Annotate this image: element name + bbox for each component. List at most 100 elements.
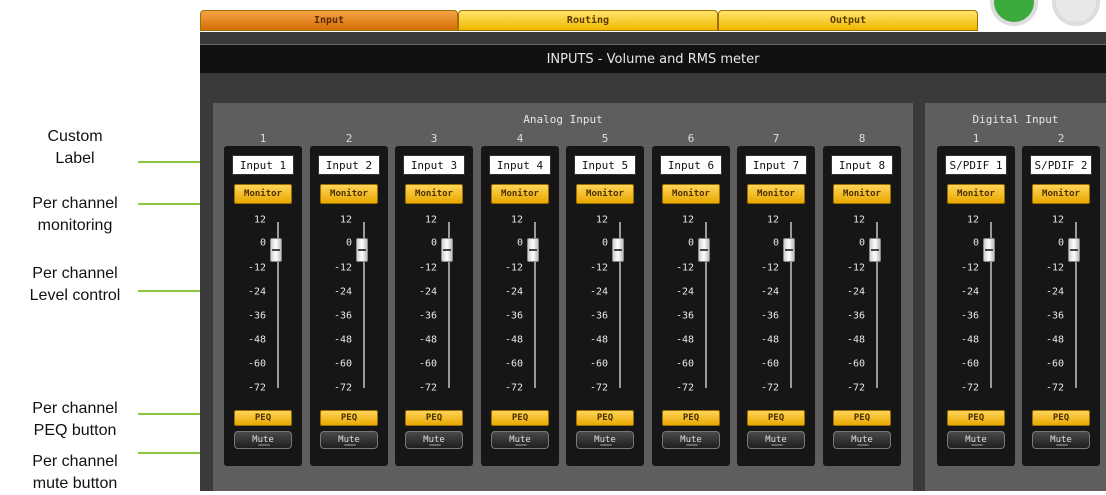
- scale-tick-label: 0: [972, 237, 979, 249]
- scale-tick-label: -24: [846, 286, 865, 298]
- level-scale: 12 0 -12 -24 -36 -48 -60 -72: [743, 215, 779, 394]
- mute-button[interactable]: Mute: [1032, 431, 1090, 449]
- level-slider-handle[interactable]: [270, 238, 282, 262]
- scale-tick-label: -12: [760, 262, 779, 274]
- power-icon[interactable]: [1052, 0, 1100, 26]
- monitor-button[interactable]: Monitor: [833, 184, 891, 204]
- scale-tick-label: -24: [589, 286, 608, 298]
- peq-button[interactable]: PEQ: [1032, 410, 1090, 426]
- peq-button[interactable]: PEQ: [747, 410, 805, 426]
- dsp-control-app: Input Routing Output INPUTS - Volume and…: [200, 0, 1106, 491]
- channel-number: 5: [601, 132, 609, 145]
- scale-tick-label: -24: [247, 286, 266, 298]
- mute-button[interactable]: Mute: [491, 431, 549, 449]
- mute-button[interactable]: Mute: [947, 431, 1005, 449]
- tab-label: Output: [829, 15, 867, 26]
- channel-label-input[interactable]: Input 4: [489, 155, 551, 175]
- peq-button[interactable]: PEQ: [576, 410, 634, 426]
- scale-tick-label: -36: [760, 310, 779, 322]
- level-slider-handle[interactable]: [1068, 238, 1080, 262]
- channel-strip: 6 Input 6 Monitor 12 0 -12 -24 -36 -48 -60 -72 PEQ M…: [652, 132, 730, 466]
- scale-tick-label: 12: [852, 214, 865, 226]
- channel-label-input[interactable]: Input 1: [232, 155, 294, 175]
- mute-button[interactable]: Mute: [576, 431, 634, 449]
- peq-button[interactable]: PEQ: [320, 410, 378, 426]
- scale-tick-label: 0: [687, 237, 694, 249]
- channel-label-input[interactable]: Input 5: [574, 155, 636, 175]
- status-light-icon[interactable]: [990, 0, 1038, 26]
- mute-button[interactable]: Mute: [747, 431, 805, 449]
- tab-label: Routing: [566, 15, 610, 26]
- scale-tick-label: -48: [846, 334, 865, 346]
- level-scale: 12 0 -12 -24 -36 -48 -60 -72: [401, 215, 437, 394]
- callout-level-control: Per channel Level control: [0, 263, 150, 307]
- scale-tick-label: -72: [760, 382, 779, 394]
- monitor-button[interactable]: Monitor: [320, 184, 378, 204]
- level-slider-handle[interactable]: [698, 238, 710, 262]
- channel-label-input[interactable]: Input 2: [318, 155, 380, 175]
- peq-button[interactable]: PEQ: [662, 410, 720, 426]
- monitor-button[interactable]: Monitor: [662, 184, 720, 204]
- channel-number: 8: [858, 132, 866, 145]
- monitor-button[interactable]: Monitor: [1032, 184, 1090, 204]
- scale-tick-label: -48: [960, 334, 979, 346]
- mute-button[interactable]: Mute: [833, 431, 891, 449]
- scale-tick-label: -36: [418, 310, 437, 322]
- monitor-button[interactable]: Monitor: [747, 184, 805, 204]
- level-slider-handle[interactable]: [356, 238, 368, 262]
- callout-text: Per channel: [32, 265, 118, 282]
- level-scale: 12 0 -12 -24 -36 -48 -60 -72: [487, 215, 523, 394]
- monitor-button[interactable]: Monitor: [234, 184, 292, 204]
- scale-tick-label: -72: [589, 382, 608, 394]
- level-slider-handle[interactable]: [527, 238, 539, 262]
- callout-text: Per channel: [32, 453, 118, 470]
- level-slider-handle[interactable]: [612, 238, 624, 262]
- peq-button[interactable]: PEQ: [405, 410, 463, 426]
- mute-led-icon: [429, 444, 441, 446]
- scale-tick-label: -48: [589, 334, 608, 346]
- channel-label-input[interactable]: S/PDIF 2: [1030, 155, 1092, 175]
- level-scale: 12 0 -12 -24 -36 -48 -60 -72: [316, 215, 352, 394]
- level-slider-handle[interactable]: [783, 238, 795, 262]
- channel-label-input[interactable]: S/PDIF 1: [945, 155, 1007, 175]
- channel-label-input[interactable]: Input 7: [745, 155, 807, 175]
- mute-button[interactable]: Mute: [320, 431, 378, 449]
- level-slider-handle[interactable]: [983, 238, 995, 262]
- peq-button[interactable]: PEQ: [234, 410, 292, 426]
- channel-strip: 2 Input 2 Monitor 12 0 -12 -24 -36 -48 -60 -72 PEQ M…: [310, 132, 388, 466]
- scale-tick-label: -60: [675, 358, 694, 370]
- mute-button[interactable]: Mute: [405, 431, 463, 449]
- scale-tick-label: -36: [333, 310, 352, 322]
- channel-number: 2: [345, 132, 353, 145]
- scale-tick-label: -36: [589, 310, 608, 322]
- scale-tick-label: -60: [418, 358, 437, 370]
- monitor-button[interactable]: Monitor: [576, 184, 634, 204]
- channel-label-input[interactable]: Input 3: [403, 155, 465, 175]
- channel-strip: 5 Input 5 Monitor 12 0 -12 -24 -36 -48 -60 -72 PEQ M…: [566, 132, 644, 466]
- mute-led-icon: [600, 444, 612, 446]
- monitor-button[interactable]: Monitor: [405, 184, 463, 204]
- level-slider-handle[interactable]: [441, 238, 453, 262]
- scale-tick-label: -36: [846, 310, 865, 322]
- peq-button[interactable]: PEQ: [947, 410, 1005, 426]
- peq-button[interactable]: PEQ: [491, 410, 549, 426]
- mute-button[interactable]: Mute: [662, 431, 720, 449]
- scale-tick-label: -72: [1045, 382, 1064, 394]
- mute-led-icon: [1056, 444, 1068, 446]
- tab-routing[interactable]: Routing: [458, 10, 718, 31]
- scale-tick-label: -72: [504, 382, 523, 394]
- scale-tick-label: 0: [1057, 237, 1064, 249]
- channel-label-input[interactable]: Input 6: [660, 155, 722, 175]
- monitor-button[interactable]: Monitor: [947, 184, 1005, 204]
- tab-input[interactable]: Input: [200, 10, 458, 31]
- scale-tick-label: -48: [333, 334, 352, 346]
- monitor-button[interactable]: Monitor: [491, 184, 549, 204]
- channel-label-input[interactable]: Input 8: [831, 155, 893, 175]
- scale-tick-label: -12: [333, 262, 352, 274]
- scale-tick-label: -12: [960, 262, 979, 274]
- mute-button[interactable]: Mute: [234, 431, 292, 449]
- tab-output[interactable]: Output: [718, 10, 978, 31]
- callout-monitoring: Per channel monitoring: [0, 193, 150, 237]
- level-slider-handle[interactable]: [869, 238, 881, 262]
- peq-button[interactable]: PEQ: [833, 410, 891, 426]
